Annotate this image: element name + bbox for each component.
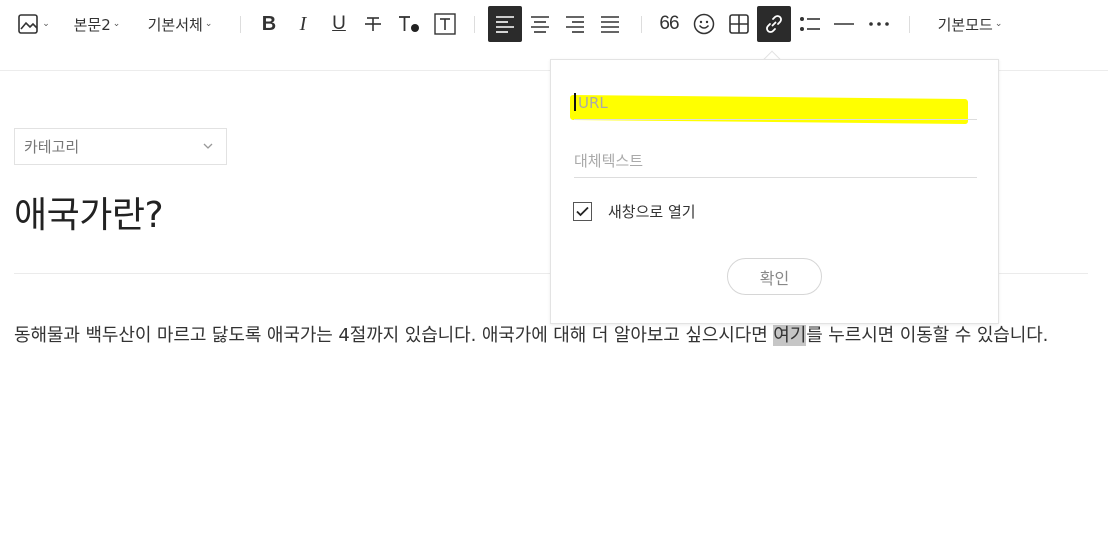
chevron-down-icon: ⌄ <box>994 19 1003 29</box>
horizontal-line-icon <box>834 23 854 25</box>
editor-mode-dropdown[interactable]: 기본모드 ⌄ <box>930 6 1010 42</box>
align-left-icon <box>496 16 514 33</box>
strikethrough-button[interactable] <box>356 6 390 42</box>
text-background-button[interactable] <box>428 6 462 42</box>
align-right-icon <box>566 16 584 33</box>
body-text-before: 동해물과 백두산이 마르고 닳도록 애국가는 4절까지 있습니다. 애국가에 대… <box>14 325 774 346</box>
body-text-after: 를 누르시면 이동할 수 있습니다. <box>806 325 1049 346</box>
paragraph-style-label: 본문2 <box>73 15 111 34</box>
confirm-button[interactable]: 확인 <box>727 258 822 295</box>
strikethrough-icon <box>365 17 381 31</box>
font-family-label: 기본서체 <box>147 15 203 34</box>
quote-icon: 66 <box>659 13 679 34</box>
align-right-button[interactable] <box>558 6 592 42</box>
smiley-icon <box>693 13 715 35</box>
text-color-button[interactable] <box>392 6 426 42</box>
horizontal-line-button[interactable] <box>827 6 861 42</box>
font-family-dropdown[interactable]: 기본서체 ⌄ <box>140 6 220 42</box>
align-justify-button[interactable] <box>593 6 627 42</box>
toolbar-divider <box>474 16 475 33</box>
text-background-icon <box>434 13 456 35</box>
align-center-button[interactable] <box>523 6 557 42</box>
align-justify-icon <box>601 16 619 33</box>
editor-mode-label: 기본모드 <box>937 15 993 34</box>
emoticon-button[interactable] <box>687 6 721 42</box>
post-title[interactable]: 애국가란? <box>14 186 164 238</box>
toolbar-divider <box>641 16 642 33</box>
italic-icon: I <box>299 12 307 35</box>
bold-button[interactable]: B <box>252 6 286 42</box>
new-window-checkbox[interactable] <box>573 202 592 221</box>
alt-text-input[interactable] <box>574 144 977 178</box>
url-input[interactable] <box>574 86 977 120</box>
table-icon <box>729 14 749 34</box>
link-button[interactable] <box>757 6 791 42</box>
toolbar-divider <box>240 16 241 33</box>
italic-button[interactable]: I <box>286 6 320 42</box>
underline-icon: U <box>332 13 346 34</box>
more-options-button[interactable] <box>862 6 896 42</box>
image-icon <box>18 14 39 34</box>
chevron-down-icon: ⌄ <box>112 19 121 29</box>
checkmark-icon <box>576 206 589 217</box>
new-window-label: 새창으로 열기 <box>608 203 696 221</box>
selected-text[interactable]: 여기 <box>773 325 806 346</box>
table-button[interactable] <box>722 6 756 42</box>
bullet-list-icon <box>800 17 820 31</box>
bold-icon: B <box>261 12 277 35</box>
align-center-icon <box>531 16 549 33</box>
new-window-option[interactable]: 새창으로 열기 <box>573 201 696 222</box>
quote-button[interactable]: 66 <box>652 6 686 42</box>
chevron-down-icon: ⌄ <box>42 19 50 29</box>
category-select[interactable]: 카테고리 <box>14 128 227 165</box>
bullet-list-button[interactable] <box>793 6 827 42</box>
editor-toolbar: ⌄ 본문2 ⌄ 기본서체 ⌄ B I U 66 기본모드 ⌄ <box>0 0 1108 48</box>
text-cursor <box>574 93 576 111</box>
chevron-down-icon: ⌄ <box>204 19 213 29</box>
toolbar-divider <box>909 16 910 33</box>
align-left-button[interactable] <box>488 6 522 42</box>
link-popup: URL 새창으로 열기 확인 <box>550 59 999 324</box>
category-placeholder: 카테고리 <box>24 138 80 156</box>
chevron-down-icon <box>203 143 213 149</box>
more-icon <box>869 22 889 26</box>
link-icon <box>766 15 782 33</box>
text-color-icon <box>399 16 419 32</box>
insert-image-button[interactable]: ⌄ <box>16 6 52 42</box>
paragraph-style-dropdown[interactable]: 본문2 ⌄ <box>68 6 126 42</box>
underline-button[interactable]: U <box>322 6 356 42</box>
